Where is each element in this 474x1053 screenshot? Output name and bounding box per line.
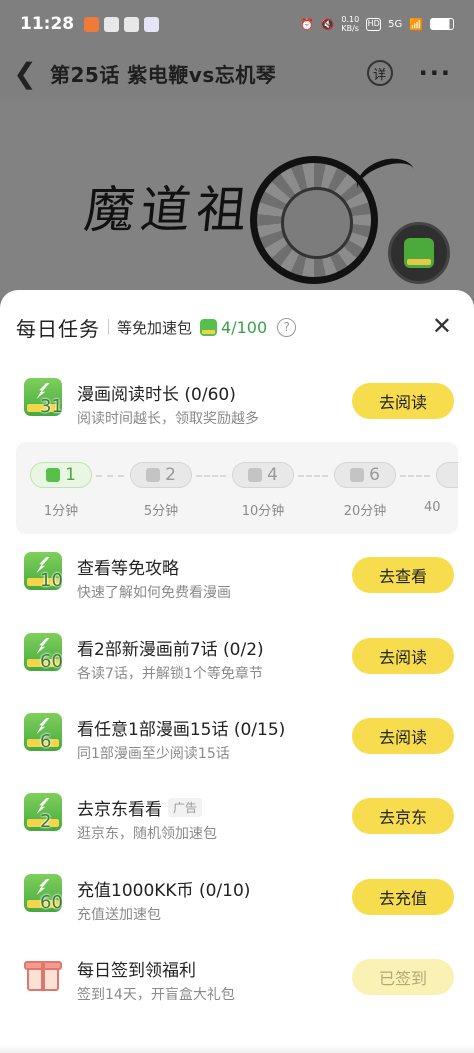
task-item: 60 充值1000KK币 (0/10) 充值送加速包 去充值 <box>0 862 474 942</box>
brush-swoosh <box>350 150 422 210</box>
sheet-title: 每日任务 <box>16 316 100 341</box>
signed-in-button: 已签到 <box>352 959 454 995</box>
task-name: 看任意1部漫画15话 (0/15) <box>77 720 286 740</box>
stage-count: 2 <box>165 465 176 485</box>
battery-icon <box>430 18 454 30</box>
go-read-button[interactable]: 去阅读 <box>352 383 454 419</box>
task-item: 10 查看等免攻略 快速了解如何免费看漫画 去查看 <box>0 540 474 620</box>
reward-count: 60 <box>40 651 63 672</box>
stage-pill: 4 <box>232 462 294 488</box>
task-name: 充值1000KK币 (0/10) <box>77 881 251 901</box>
back-icon[interactable]: ❮ <box>0 57 50 90</box>
stage-label: 20分钟 <box>343 504 387 519</box>
reward-count: 60 <box>40 892 63 913</box>
stage-count: 1 <box>65 465 76 485</box>
nav-bar: ❮ 第25话 紫电鞭vs忘机琴 详 ··· <box>0 48 474 98</box>
task-name: 每日签到领福利 <box>77 961 196 981</box>
wifi-icon: 📶 <box>409 17 423 31</box>
status-right: ⏰ 🔇 0.10 KB/s HD 5G 📶 <box>300 15 454 33</box>
boost-pack-icon <box>146 468 161 482</box>
alarm-icon: ⏰ <box>299 17 314 31</box>
app-notification-icon <box>144 16 160 32</box>
go-read-button[interactable]: 去阅读 <box>352 638 454 674</box>
task-desc: 逛京东，随机领加速包 <box>77 826 217 842</box>
pack-count: 4/100 <box>221 317 268 337</box>
notification-icons <box>84 16 160 32</box>
stage-count: 4 <box>267 465 278 485</box>
status-bar: 11:28 ⏰ 🔇 0.10 KB/s HD 5G 📶 <box>0 0 474 48</box>
status-time: 11:28 <box>20 14 75 34</box>
gift-icon <box>24 954 62 992</box>
task-desc: 快速了解如何免费看漫画 <box>77 585 231 601</box>
mute-icon: 🔇 <box>320 17 335 31</box>
detail-button[interactable]: 详 <box>366 60 393 86</box>
task-name: 查看等免攻略 <box>77 559 179 579</box>
more-menu-icon[interactable]: ··· <box>419 59 452 87</box>
close-icon[interactable]: ✕ <box>432 314 452 338</box>
boost-pack-icon <box>46 468 61 482</box>
task-name: 漫画阅读时长 (0/60) <box>77 385 236 405</box>
boost-pack-icon <box>200 318 218 336</box>
stage-label: 10分钟 <box>241 504 285 519</box>
stage-connector <box>96 475 124 477</box>
task-item: 31 漫画阅读时长 (0/60) 阅读时间越长，领取奖励越多 去阅读 <box>0 366 474 446</box>
reward-count: 6 <box>40 731 52 752</box>
go-jd-button[interactable]: 去京东 <box>352 798 454 834</box>
reward-count: 2 <box>40 811 52 832</box>
boost-pack-icon <box>404 238 434 268</box>
task-name: 去京东看看 广告 <box>77 795 203 820</box>
help-icon[interactable]: ? <box>277 317 297 337</box>
task-name: 看2部新漫画前7话 (0/2) <box>77 640 264 660</box>
task-desc: 阅读时间越长，领取奖励越多 <box>77 411 259 427</box>
stage-label: 1分钟 <box>43 504 79 519</box>
chat-icon <box>124 16 140 32</box>
reward-count: 10 <box>40 570 63 591</box>
hd-icon: HD <box>366 17 382 31</box>
reading-progress-panel: 1 2 4 6 1分钟 5分钟 10分钟 20分钟 40 <box>16 442 458 534</box>
task-desc: 充值送加速包 <box>77 907 161 923</box>
network-speed: 0.10 KB/s <box>341 15 360 33</box>
scroll-hint <box>0 1045 474 1053</box>
sheet-subtitle: 等免加速包 <box>117 318 193 337</box>
stage-pill: 1 <box>30 462 92 488</box>
stage-connector <box>298 475 328 477</box>
reward-count: 31 <box>40 396 63 417</box>
message-icon <box>104 16 120 32</box>
chapter-title: 第25话 紫电鞭vs忘机琴 <box>50 62 277 87</box>
stage-connector <box>400 475 430 477</box>
signal-icon: 5G <box>388 18 403 30</box>
task-desc: 签到14天，开盲盒大礼包 <box>77 987 235 1003</box>
daily-task-sheet: 每日任务 等免加速包 4/100 ? ✕ 31 漫画阅读时长 (0/60) 阅读… <box>0 290 474 1053</box>
stage-pill <box>436 462 458 488</box>
app-notification-icon <box>84 16 100 32</box>
task-desc: 同1部漫画至少阅读15话 <box>77 746 230 762</box>
go-recharge-button[interactable]: 去充值 <box>352 879 454 915</box>
stage-pill: 6 <box>334 462 396 488</box>
go-view-button[interactable]: 去查看 <box>352 557 454 593</box>
task-desc: 各读7话，并解锁1个等免章节 <box>77 666 263 682</box>
stage-label: 40 <box>424 500 441 515</box>
boost-pack-icon <box>248 468 263 482</box>
comic-page: 魔道祖師 <box>0 98 474 298</box>
task-item: 每日签到领福利 签到14天，开盲盒大礼包 已签到 <box>0 942 474 1022</box>
stage-connector <box>196 475 226 477</box>
task-item: 6 看任意1部漫画15话 (0/15) 同1部漫画至少阅读15话 去阅读 <box>0 701 474 781</box>
stage-count: 6 <box>369 465 380 485</box>
boost-pack-float-button[interactable] <box>388 222 450 284</box>
go-read-button[interactable]: 去阅读 <box>352 718 454 754</box>
boost-pack-icon <box>350 468 365 482</box>
stage-pill: 2 <box>130 462 192 488</box>
divider <box>108 319 109 335</box>
task-item: 2 去京东看看 广告 逛京东，随机领加速包 去京东 <box>0 781 474 861</box>
ad-badge: 广告 <box>168 798 203 817</box>
task-name-text: 去京东看看 <box>77 800 162 820</box>
task-item: 60 看2部新漫画前7话 (0/2) 各读7话，并解锁1个等免章节 去阅读 <box>0 621 474 701</box>
stage-label: 5分钟 <box>143 504 179 519</box>
sheet-header: 每日任务 等免加速包 4/100 ? <box>0 290 474 364</box>
